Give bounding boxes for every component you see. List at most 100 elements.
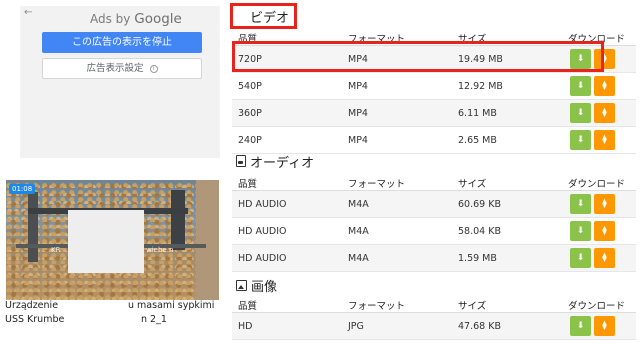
dropbox-icon: ⧫ [602, 226, 607, 236]
download-icon: ⬇ [576, 199, 585, 209]
cell-download: ⬇ ⧫ [562, 126, 636, 154]
section-title-image: 画像 [236, 276, 278, 295]
download-button[interactable]: ⬇ [570, 316, 591, 336]
video-thumbnail[interactable]: 01:08 KR wiebe.n [6, 180, 219, 300]
table-header: 品質 フォーマット サイズ ダウンロード [232, 298, 636, 313]
cell-format: MP4 [342, 126, 452, 154]
video-caption-line1-right[interactable]: u masami sypkimi [128, 300, 214, 311]
cell-size: 60.69 KB [452, 190, 562, 218]
video-watermark-right: wiebe.n [146, 246, 174, 254]
dropbox-icon: ⧫ [602, 135, 607, 145]
audio-file-icon [236, 155, 246, 167]
cell-size: 12.92 MB [452, 72, 562, 100]
section-title-text: 画像 [251, 279, 278, 295]
dropbox-button[interactable]: ⧫ [594, 130, 615, 150]
table-row: 240P MP4 2.65 MB ⬇ ⧫ [232, 126, 636, 154]
cell-download: ⬇ ⧫ [562, 217, 636, 245]
dropbox-button[interactable]: ⧫ [594, 103, 615, 123]
dropbox-button[interactable]: ⧫ [594, 194, 615, 214]
cell-quality: HD [232, 312, 342, 340]
cell-quality: HD AUDIO [232, 244, 342, 272]
cell-format: MP4 [342, 72, 452, 100]
image-file-icon [236, 279, 247, 291]
video-watermark-left: KR [51, 246, 61, 254]
cell-size: 6.11 MB [452, 99, 562, 127]
back-arrow-icon[interactable]: ← [24, 7, 32, 18]
redaction-box [68, 210, 144, 273]
download-button[interactable]: ⬇ [570, 130, 591, 150]
video-caption-line2-right[interactable]: n 2_1 [141, 314, 167, 325]
video-duration-badge: 01:08 [9, 184, 36, 194]
video-caption-line2-left[interactable]: USS Krumbe [5, 314, 64, 325]
dropbox-button[interactable]: ⧫ [594, 248, 615, 268]
cell-size: 58.04 KB [452, 217, 562, 245]
cell-size: 47.68 KB [452, 312, 562, 340]
download-icon: ⬇ [576, 81, 585, 91]
image-table: 品質 フォーマット サイズ ダウンロード HD JPG 47.68 KB ⬇ ⧫ [232, 298, 636, 340]
download-button[interactable]: ⬇ [570, 103, 591, 123]
dropbox-button[interactable]: ⧫ [594, 316, 615, 336]
cell-download: ⬇ ⧫ [562, 244, 636, 272]
video-scene-frame [28, 192, 38, 262]
cell-quality: 360P [232, 99, 342, 127]
download-icon: ⬇ [576, 253, 585, 263]
title-highlight-box [230, 3, 297, 29]
video-caption-line1-left[interactable]: Urządzenie [5, 300, 58, 311]
download-button[interactable]: ⬇ [570, 221, 591, 241]
header-size: サイズ [452, 176, 562, 191]
table-row: HD AUDIO M4A 58.04 KB ⬇ ⧫ [232, 217, 636, 245]
download-button[interactable]: ⬇ [570, 248, 591, 268]
download-icon: ⬇ [576, 108, 585, 118]
ads-by-text: Ads by [90, 12, 131, 26]
video-scene-frame [171, 190, 185, 250]
download-icon: ⬇ [576, 226, 585, 236]
dropbox-icon: ⧫ [602, 81, 607, 91]
header-download: ダウンロード [562, 298, 636, 313]
dropbox-button[interactable]: ⧫ [594, 221, 615, 241]
section-title-audio: オーディオ [236, 152, 315, 171]
header-download: ダウンロード [562, 176, 636, 191]
cell-download: ⬇ ⧫ [562, 72, 636, 100]
ad-settings-button[interactable]: 広告表示設定 i [42, 58, 202, 79]
cell-quality: 240P [232, 126, 342, 154]
cell-format: M4A [342, 217, 452, 245]
cell-download: ⬇ ⧫ [562, 99, 636, 127]
table-row: 540P MP4 12.92 MB ⬇ ⧫ [232, 72, 636, 100]
table-header: 品質 フォーマット サイズ ダウンロード [232, 176, 636, 191]
row-highlight-box [232, 41, 604, 72]
cell-size: 2.65 MB [452, 126, 562, 154]
ads-by-google-label: Ads by Google [90, 11, 182, 27]
cell-quality: HD AUDIO [232, 190, 342, 218]
download-icon: ⬇ [576, 135, 585, 145]
cell-format: M4A [342, 244, 452, 272]
info-icon: i [149, 64, 158, 73]
cell-format: M4A [342, 190, 452, 218]
download-button[interactable]: ⬇ [570, 76, 591, 96]
header-format: フォーマット [342, 298, 452, 313]
dropbox-icon: ⧫ [602, 108, 607, 118]
header-size: サイズ [452, 298, 562, 313]
download-icon: ⬇ [576, 321, 585, 331]
ad-panel: ← Ads by Google この広告の表示を停止 広告表示設定 i [20, 6, 220, 158]
cell-quality: HD AUDIO [232, 217, 342, 245]
header-quality: 品質 [232, 176, 342, 191]
ad-settings-label: 広告表示設定 [86, 63, 144, 74]
download-button[interactable]: ⬇ [570, 194, 591, 214]
table-row: HD AUDIO M4A 1.59 MB ⬇ ⧫ [232, 244, 636, 272]
cell-quality: 540P [232, 72, 342, 100]
dropbox-icon: ⧫ [602, 321, 607, 331]
stop-ad-button[interactable]: この広告の表示を停止 [42, 32, 202, 53]
header-quality: 品質 [232, 298, 342, 313]
dropbox-icon: ⧫ [602, 253, 607, 263]
cell-format: MP4 [342, 99, 452, 127]
cell-download: ⬇ ⧫ [562, 312, 636, 340]
table-row: 360P MP4 6.11 MB ⬇ ⧫ [232, 99, 636, 127]
table-row: HD JPG 47.68 KB ⬇ ⧫ [232, 312, 636, 340]
dropbox-button[interactable]: ⧫ [594, 76, 615, 96]
cell-download: ⬇ ⧫ [562, 190, 636, 218]
google-logo: Google [134, 11, 182, 27]
section-title-text: オーディオ [250, 155, 315, 171]
table-row: HD AUDIO M4A 60.69 KB ⬇ ⧫ [232, 190, 636, 218]
dropbox-icon: ⧫ [602, 199, 607, 209]
cell-format: JPG [342, 312, 452, 340]
